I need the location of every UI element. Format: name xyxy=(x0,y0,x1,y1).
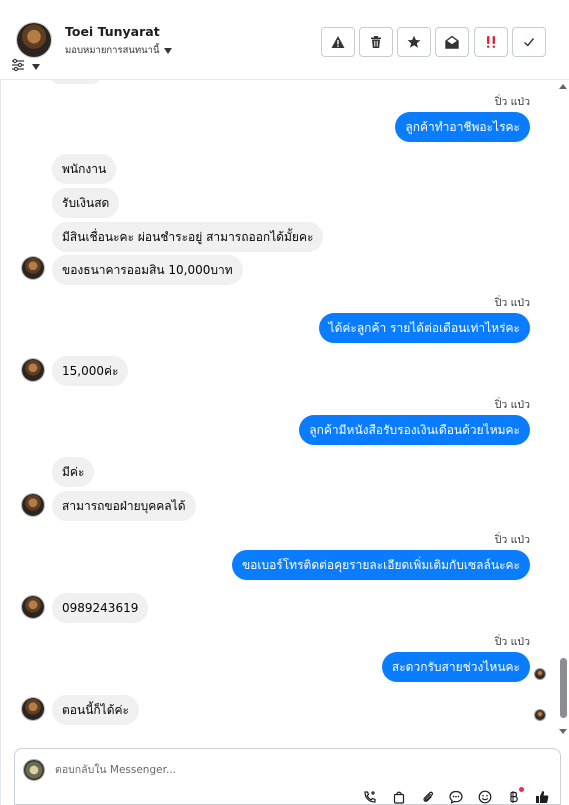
seen-indicator-avatar xyxy=(534,668,546,680)
outgoing-message[interactable]: สะดวกรับสายช่วงไหนคะ xyxy=(381,652,530,682)
contact-name[interactable]: Toei Tunyarat xyxy=(65,24,160,39)
incoming-message[interactable]: สามารถขอฝ่ายบุคคลได้ xyxy=(52,491,196,521)
done-button[interactable] xyxy=(512,27,546,57)
sender-label: ปิ่ว แป่ว xyxy=(494,636,530,648)
outgoing-message[interactable]: ได้ค่ะลูกค้า รายได้ต่อเดือนเท่าไหร่คะ xyxy=(318,313,530,343)
spam-button[interactable] xyxy=(474,27,508,57)
warning-triangle-icon xyxy=(331,36,345,48)
paperclip-icon xyxy=(423,791,433,802)
message-composer xyxy=(14,748,561,805)
thumbs-up-icon xyxy=(536,791,549,803)
attach-button[interactable] xyxy=(420,789,436,805)
emoji-button[interactable] xyxy=(477,789,493,805)
contact-avatar-small xyxy=(21,697,45,721)
contact-avatar[interactable] xyxy=(16,22,52,58)
page-avatar xyxy=(23,759,45,781)
sender-label: ปิ่ว แป่ว xyxy=(494,297,530,309)
shopping-bag-icon xyxy=(393,791,405,804)
chevron-down-icon xyxy=(163,47,172,54)
payment-button[interactable] xyxy=(506,787,524,805)
incoming-message[interactable]: 0989243619 xyxy=(52,593,149,623)
assign-label: มอบหมายการสนทนานี้ xyxy=(65,45,160,56)
incoming-message[interactable]: มีค่ะ xyxy=(52,457,95,487)
contact-avatar-small xyxy=(21,256,45,280)
filter-sliders-icon[interactable] xyxy=(11,58,25,72)
scrollbar-track[interactable] xyxy=(557,80,569,740)
incoming-message[interactable]: 15,000ค่ะ xyxy=(52,356,129,386)
call-button[interactable] xyxy=(362,789,378,805)
outgoing-message[interactable]: ลูกค้าทำอาชีพอะไรคะ xyxy=(395,112,530,142)
reply-input[interactable] xyxy=(55,762,535,778)
scroll-down-arrow[interactable] xyxy=(559,729,567,734)
shop-button[interactable] xyxy=(391,789,407,805)
check-icon xyxy=(524,38,535,47)
contact-avatar-small xyxy=(21,595,45,619)
sender-label: ปิ่ว แป่ว xyxy=(494,96,530,108)
phone-plus-icon xyxy=(364,791,376,803)
saved-replies-button[interactable] xyxy=(448,789,464,805)
mark-unread-button[interactable] xyxy=(435,27,469,57)
incoming-message[interactable]: มีสินเชื่อนะคะ ผ่อนชำระอยู่ สามารถออกได้… xyxy=(52,222,324,252)
baht-icon xyxy=(510,791,518,803)
incoming-message[interactable]: ของธนาคารออมสิน 10,000บาท xyxy=(52,255,243,285)
like-button[interactable] xyxy=(534,789,550,805)
incoming-message[interactable]: รับเงินสด xyxy=(52,188,120,218)
outgoing-message[interactable]: ลูกค้ามีหนังสือรับรองเงินเดือนด้วยไหมคะ xyxy=(299,415,530,445)
assign-conversation-dropdown[interactable]: มอบหมายการสนทนานี้ xyxy=(65,43,172,58)
chat-bubble-icon xyxy=(449,790,463,804)
double-exclamation-icon xyxy=(487,36,495,48)
smiley-icon xyxy=(478,790,492,804)
notification-dot xyxy=(519,787,524,792)
chevron-down-icon[interactable] xyxy=(32,64,40,70)
star-icon xyxy=(407,35,421,48)
star-button[interactable] xyxy=(397,27,431,57)
delete-button[interactable] xyxy=(359,27,393,57)
envelope-open-icon xyxy=(445,35,459,49)
contact-avatar-small xyxy=(21,358,45,382)
scroll-up-arrow[interactable] xyxy=(559,84,567,89)
incoming-message[interactable]: พนักงาน xyxy=(52,154,117,184)
outgoing-message[interactable]: ขอเบอร์โทรติดต่อคุยรายละเอียดเพิ่มเติมกั… xyxy=(231,550,530,580)
scrollbar-thumb[interactable] xyxy=(560,658,567,718)
report-button[interactable] xyxy=(321,27,355,57)
sender-label: ปิ่ว แป่ว xyxy=(494,534,530,546)
trash-icon xyxy=(371,36,381,48)
incoming-message[interactable]: ตอนนี้ก็ได้ค่ะ xyxy=(52,695,139,725)
sender-label: ปิ่ว แป่ว xyxy=(494,399,530,411)
message-thread: ปิ่ว แป่ว ลูกค้าทำอาชีพอะไรคะ พนักงาน รั… xyxy=(0,80,556,740)
conversation-header: Toei Tunyarat มอบหมายการสนทนานี้ xyxy=(0,0,569,80)
partial-message-bubble xyxy=(50,80,100,84)
seen-indicator-avatar xyxy=(534,709,546,721)
contact-avatar-small xyxy=(21,493,45,517)
